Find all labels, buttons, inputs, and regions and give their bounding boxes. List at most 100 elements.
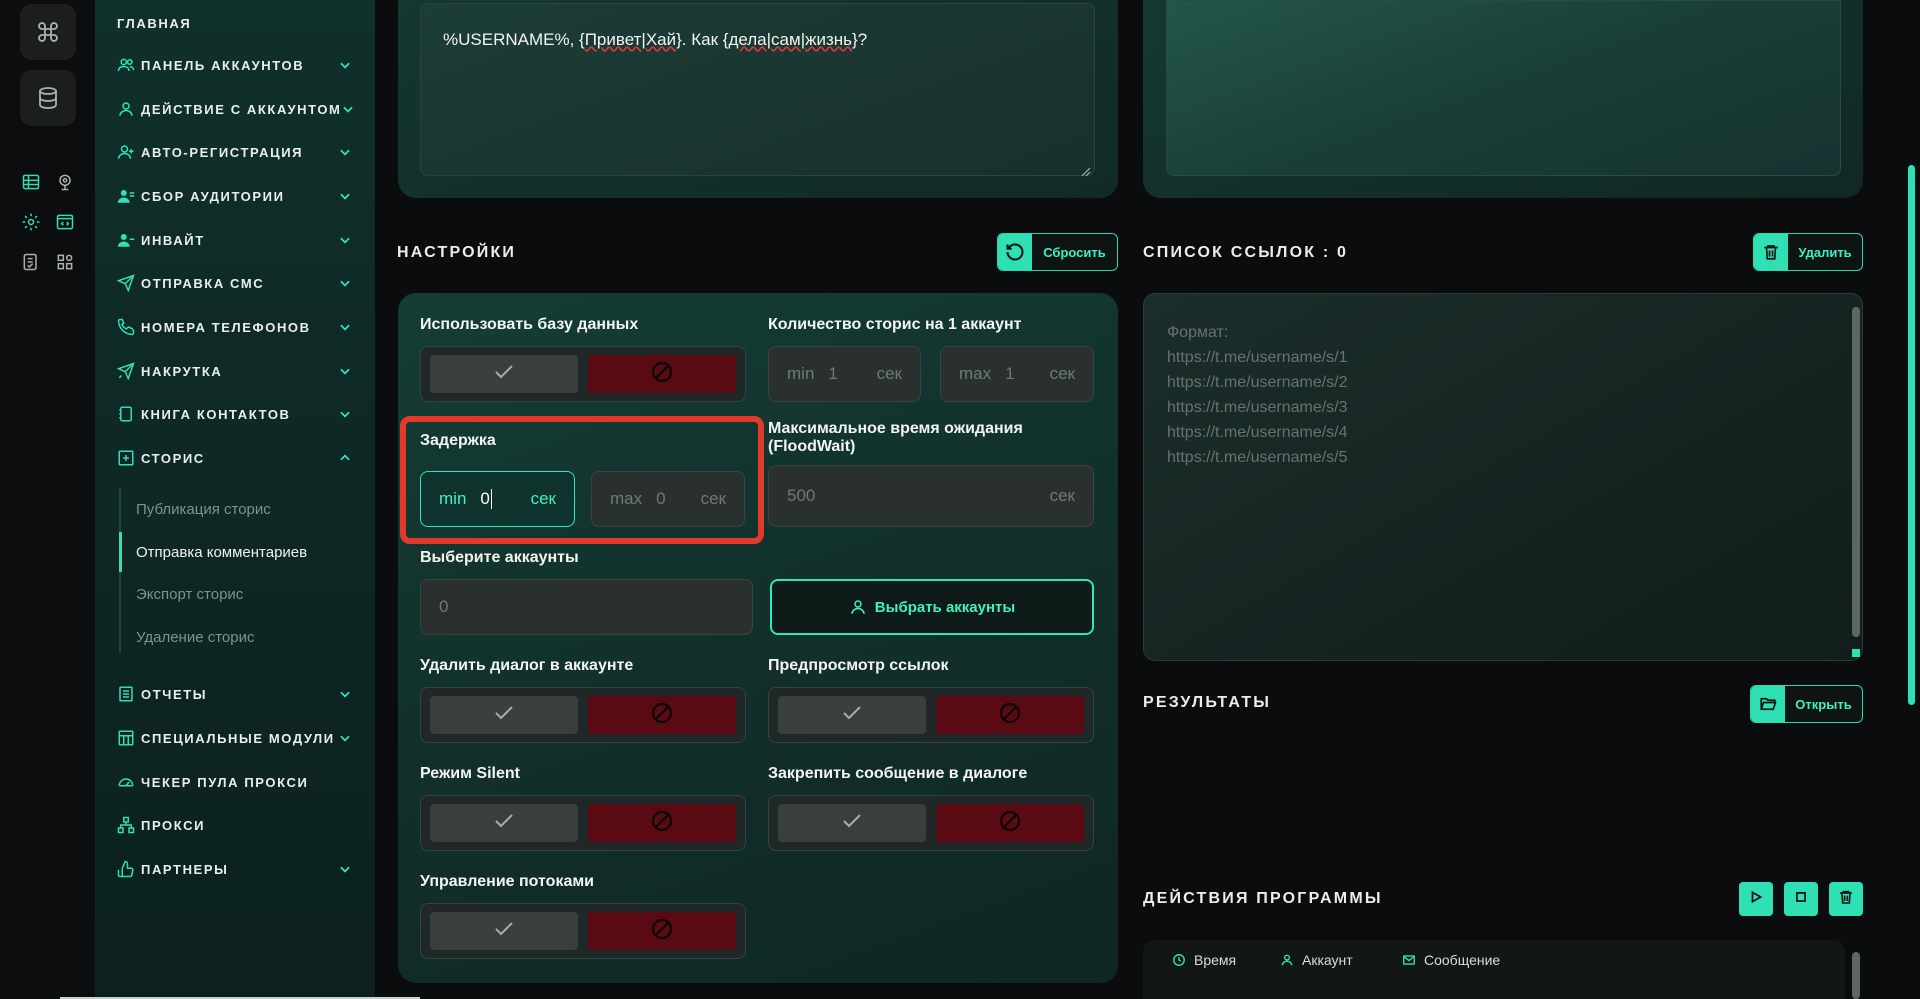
delay-max-input[interactable]: max 0 сек [591, 471, 745, 527]
submenu-send-comments[interactable]: Отправка комментариев [136, 544, 307, 561]
stop-button[interactable] [1784, 882, 1818, 916]
icon-rail [0, 0, 95, 999]
stories-max-suffix: сек [1049, 364, 1075, 383]
nav-item-phones[interactable]: НОМЕРА ТЕЛЕФОНОВ [117, 314, 353, 340]
pin-message-no-button[interactable] [936, 804, 1084, 842]
threads-label: Управление потоками [420, 873, 595, 890]
link-preview-no-button[interactable] [936, 696, 1084, 734]
nav-item-special-modules[interactable]: СПЕЦИАЛЬНЫЕ МОДУЛИ [117, 725, 353, 751]
submenu-publish-stories[interactable]: Публикация сторис [136, 501, 271, 518]
chevron-down-icon[interactable] [337, 57, 353, 73]
top-right-textarea[interactable] [1166, 0, 1841, 176]
reset-button[interactable]: Сбросить [997, 233, 1118, 271]
forbidden-icon [650, 360, 674, 389]
chevron-down-icon[interactable] [337, 686, 353, 702]
boost-send-icon [117, 362, 135, 380]
pin-message-label: Закрепить сообщение в диалоге [768, 765, 1028, 782]
links-textarea[interactable]: Формат: https://t.me/username/s/1 https:… [1143, 293, 1863, 661]
open-results-button[interactable]: Открыть [1750, 685, 1863, 723]
log-column-time[interactable]: Время [1172, 952, 1236, 968]
nav-item-partners[interactable]: ПАРТНЕРЫ [117, 856, 353, 882]
command-icon[interactable] [20, 4, 76, 60]
reset-label: Сбросить [1043, 244, 1106, 260]
log-column-message[interactable]: Сообщение [1402, 952, 1500, 968]
users-icon [117, 56, 135, 74]
resize-grip-icon[interactable] [1081, 162, 1091, 177]
nav-item-invite[interactable]: ИНВАЙТ [117, 227, 353, 253]
check-icon [492, 917, 516, 946]
user-icon [1280, 952, 1296, 968]
silent-no-button[interactable] [588, 804, 736, 842]
use-db-yes-button[interactable] [430, 355, 578, 393]
silent-yes-button[interactable] [430, 804, 578, 842]
chevron-down-icon[interactable] [337, 319, 353, 335]
delay-min-value: 0 [480, 489, 530, 510]
pin-message-yes-button[interactable] [778, 804, 926, 842]
chevron-down-icon[interactable] [337, 730, 353, 746]
submenu-export-stories[interactable]: Экспорт сторис [136, 586, 243, 603]
stories-max-input[interactable]: max 1 сек [940, 346, 1094, 402]
forbidden-icon [998, 701, 1022, 730]
chevron-down-icon[interactable] [337, 275, 353, 291]
nav-item-proxy-checker[interactable]: ЧЕКЕР ПУЛА ПРОКСИ [117, 769, 353, 795]
chevron-down-icon[interactable] [337, 144, 353, 160]
nav-item-reports[interactable]: ОТЧЕТЫ [117, 681, 353, 707]
delay-min-suffix: сек [530, 489, 556, 508]
delay-min-prefix: min [439, 489, 467, 508]
nav-item-proxy[interactable]: ПРОКСИ [117, 812, 353, 838]
log-column-time-label: Время [1194, 952, 1237, 968]
log-column-account[interactable]: Аккаунт [1280, 952, 1353, 968]
links-resize-grip[interactable] [1852, 649, 1860, 657]
open-results-label: Открыть [1795, 696, 1852, 712]
message-textarea[interactable]: %USERNAME%, {Привет|Хай}. Как {дела|сам|… [420, 3, 1095, 177]
chevron-down-icon[interactable] [341, 101, 355, 117]
nav-home[interactable]: ГЛАВНАЯ [117, 16, 191, 31]
nav-item-boost[interactable]: НАКРУТКА [117, 358, 353, 384]
threads-no-button[interactable] [588, 912, 736, 950]
chevron-down-icon[interactable] [337, 363, 353, 379]
select-accounts-button[interactable]: Выбрать аккаунты [770, 579, 1094, 635]
delay-min-input[interactable]: min 0 сек [420, 471, 575, 527]
trash-icon [1754, 234, 1788, 270]
submenu-delete-stories[interactable]: Удаление сторис [136, 629, 254, 646]
log-scrollbar[interactable] [1852, 952, 1860, 999]
chevron-down-icon[interactable] [337, 232, 353, 248]
threads-yes-button[interactable] [430, 912, 578, 950]
database-icon[interactable] [20, 70, 76, 126]
floodwait-input[interactable]: 500 сек [768, 465, 1094, 527]
nav-item-audience[interactable]: СБОР АУДИТОРИИ [117, 183, 353, 209]
accounts-count-value: 0 [439, 597, 449, 616]
clear-log-button[interactable] [1829, 882, 1863, 916]
links-scrollbar[interactable] [1852, 307, 1860, 637]
user-icon [117, 100, 135, 118]
delay-max-value: 0 [656, 489, 666, 508]
webcam-icon[interactable] [53, 170, 77, 194]
chevron-down-icon[interactable] [337, 188, 353, 204]
settings-icon[interactable] [19, 210, 43, 234]
stories-min-input[interactable]: min 1 сек [768, 346, 921, 402]
nav-item-accounts-panel[interactable]: ПАНЕЛЬ АККАУНТОВ [117, 52, 353, 78]
nav-item-auto-registration[interactable]: АВТО-РЕГИСТРАЦИЯ [117, 139, 353, 165]
nav-item-account-actions[interactable]: ДЕЙСТВИЕ С АККАУНТОМ [117, 96, 355, 122]
chevron-up-icon[interactable] [337, 450, 353, 466]
nav-item-sms[interactable]: ОТПРАВКА СМС [117, 270, 353, 296]
nav-item-contacts[interactable]: КНИГА КОНТАКТОВ [117, 401, 353, 427]
delete-dialog-yes-button[interactable] [430, 696, 578, 734]
delete-dialog-no-button[interactable] [588, 696, 736, 734]
nav-label: СПЕЦИАЛЬНЫЕ МОДУЛИ [141, 730, 335, 746]
chevron-down-icon[interactable] [337, 406, 353, 422]
user-invite-icon [117, 231, 135, 249]
delay-label: Задержка [420, 432, 496, 449]
play-button[interactable] [1739, 882, 1773, 916]
checklist-icon[interactable] [19, 250, 43, 274]
nav-item-stories[interactable]: СТОРИС [117, 445, 353, 471]
use-db-no-button[interactable] [588, 355, 736, 393]
page-scrollbar[interactable] [1908, 165, 1915, 705]
link-preview-yes-button[interactable] [778, 696, 926, 734]
apps-icon[interactable] [53, 250, 77, 274]
code-window-icon[interactable] [53, 210, 77, 234]
delete-links-button[interactable]: Удалить [1753, 233, 1863, 271]
table-icon[interactable] [19, 170, 43, 194]
chevron-down-icon[interactable] [337, 861, 353, 877]
use-db-toggle [420, 346, 746, 402]
